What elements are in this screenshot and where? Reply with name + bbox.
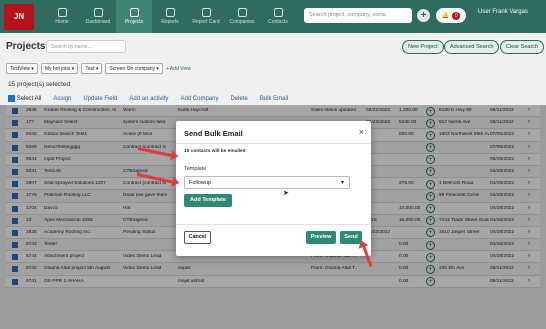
new-project-button[interactable]: New Project — [402, 40, 444, 54]
project-search-input[interactable]: Search by name... — [46, 40, 126, 53]
cancel-button[interactable]: Cancel — [184, 231, 211, 244]
companies-icon — [237, 8, 247, 17]
bulk-actions: Select All Assign Update Field Add an ac… — [8, 95, 288, 102]
nav-companies[interactable]: Companies — [224, 0, 260, 33]
bulk-email-link[interactable]: Bulk Email — [260, 96, 288, 102]
template-label: Template — [184, 166, 207, 172]
quick-add-button[interactable]: + — [417, 9, 430, 22]
nav-contacts[interactable]: Contacts — [260, 0, 296, 33]
company-logo[interactable]: JN — [4, 3, 34, 30]
mouse-cursor-icon: ➤ — [283, 190, 289, 197]
global-search-input[interactable]: Search project, company, conta — [304, 8, 412, 23]
dashboard-icon — [93, 8, 103, 17]
reports-icon — [165, 8, 175, 17]
nav-dashboard[interactable]: Dashboard — [80, 0, 116, 33]
screen-filter[interactable]: Screen Oh company ▾ — [105, 63, 163, 74]
preview-button[interactable]: Preview — [306, 231, 336, 244]
nav-projects[interactable]: Projects — [116, 0, 152, 33]
add-template-button[interactable]: Add Template — [184, 194, 232, 207]
report-card-icon — [201, 8, 211, 17]
home-icon — [57, 8, 67, 17]
nav-report-card[interactable]: Report Card — [188, 0, 224, 33]
close-icon[interactable]: × — [359, 127, 364, 137]
main-nav: Home Dashboard Projects Reports Report C… — [44, 0, 296, 33]
modal-divider — [176, 143, 371, 144]
delete-link[interactable]: Delete — [230, 96, 247, 102]
test-filter[interactable]: Test ▾ — [81, 63, 103, 74]
add-activity-link[interactable]: Add an activity — [129, 96, 168, 102]
nav-reports[interactable]: Reports — [152, 0, 188, 33]
bell-icon: 🔔 — [441, 13, 450, 19]
nav-home[interactable]: Home — [44, 0, 80, 33]
user-menu[interactable]: User Frank Vargas — [478, 9, 528, 16]
select-all[interactable]: Select All — [8, 95, 41, 102]
update-field-link[interactable]: Update Field — [83, 96, 117, 102]
modal-title: Send Bulk Email — [184, 129, 243, 138]
chevron-down-icon: ▾ — [340, 180, 344, 186]
page-title: Projects — [6, 41, 46, 52]
contacts-icon — [273, 8, 283, 17]
clear-search-button[interactable]: Clear Search — [500, 40, 545, 54]
view-select[interactable]: TestView ▾ — [6, 63, 38, 74]
assign-link[interactable]: Assign — [53, 96, 71, 102]
template-select[interactable]: Followup ▾ — [184, 176, 350, 189]
modal-footer-divider — [176, 224, 371, 225]
advanced-search-button[interactable]: Advanced Search — [444, 40, 500, 54]
add-company-link[interactable]: Add Company — [180, 96, 218, 102]
top-nav: JN Home Dashboard Projects Reports Repor… — [0, 0, 546, 33]
notifications-button[interactable]: 🔔 0 — [436, 8, 466, 23]
contacts-count-info: 15 contacts will be emailed — [184, 149, 246, 154]
my-jobs-filter[interactable]: My hot jobs ▾ — [40, 63, 79, 74]
notification-count: 0 — [452, 11, 461, 20]
projects-icon — [129, 8, 139, 17]
view-filters: TestView ▾ My hot jobs ▾ Test ▾ Screen O… — [6, 63, 191, 74]
send-bulk-email-modal: Send Bulk Email × 15 contacts will be em… — [176, 121, 371, 256]
add-view-link[interactable]: + Add View — [166, 63, 191, 74]
select-all-checkbox[interactable] — [8, 95, 15, 102]
selection-count: 15 project(s) selected — [8, 81, 71, 88]
